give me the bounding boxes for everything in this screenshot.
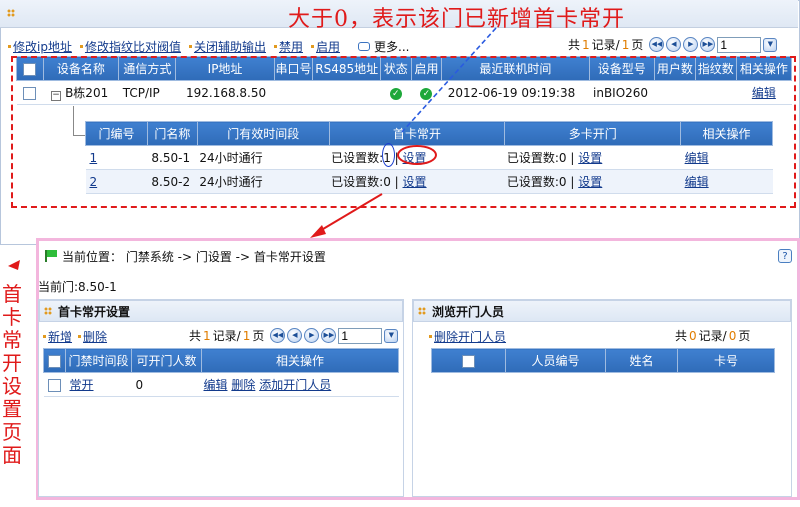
blue-dashed-arrow <box>401 27 497 133</box>
red-arrow-shaft <box>317 193 383 233</box>
persons-table: 人员编号 姓名 卡号 <box>431 348 775 373</box>
page-input[interactable] <box>338 327 383 344</box>
delete-link[interactable]: 删除 <box>83 328 107 345</box>
add-person-link[interactable]: 添加开门人员 <box>259 378 331 392</box>
delete-person-link[interactable]: 删除开门人员 <box>434 328 506 345</box>
browse-persons-panel-header: 浏览开门人员 <box>413 300 791 322</box>
grip-icon <box>418 307 426 315</box>
bullet-icon <box>78 335 82 338</box>
breadcrumb: 当前位置： 门禁系统 -> 门设置 -> 首卡常开设置 ? <box>44 247 792 265</box>
delete-row-link[interactable]: 删除 <box>231 378 255 392</box>
add-link[interactable]: 新增 <box>48 328 72 345</box>
prev-page-icon[interactable]: ◀ <box>287 328 303 343</box>
first-page-icon[interactable]: ◀◀ <box>270 328 286 343</box>
next-page-icon[interactable]: ▶ <box>304 328 320 343</box>
edit-link[interactable]: 编辑 <box>204 378 228 392</box>
bullet-icon <box>429 335 432 338</box>
flag-icon <box>44 250 58 262</box>
row-checkbox[interactable] <box>48 378 61 392</box>
select-all-checkbox[interactable] <box>462 354 475 368</box>
red-side-arrow <box>8 260 20 270</box>
last-page-icon[interactable]: ▶▶ <box>321 328 337 343</box>
go-page-icon[interactable]: ▼ <box>384 328 399 343</box>
period-link[interactable]: 常开 <box>70 378 94 392</box>
grip-icon <box>44 307 52 315</box>
first-card-panel: 首卡常开设置 新增 删除 共1记录/1页 ◀◀ ◀ ▶ ▶▶ ▼ 门禁时间段 可… <box>38 299 404 497</box>
red-arrow-head <box>310 225 326 238</box>
table-row: 常开 0 编辑 删除 添加开门人员 <box>43 372 399 397</box>
annotation-side-text: 首卡常开设置页面 <box>2 282 22 467</box>
select-all-checkbox[interactable] <box>48 354 61 368</box>
current-door-label: 当前门:8.50-1 <box>38 280 117 294</box>
left-pager: 共1记录/1页 ◀◀ ◀ ▶ ▶▶ ▼ <box>189 327 399 344</box>
bullet-icon <box>43 335 46 338</box>
browse-persons-panel: 浏览开门人员 删除开门人员 共 0 记录/0 页 人员编号 姓名 卡号 <box>412 299 792 497</box>
first-card-table: 门禁时间段 可开门人数 相关操作 常开 0 编辑 删除 添加开门人员 <box>43 348 399 397</box>
first-card-panel-header: 首卡常开设置 <box>39 300 403 322</box>
right-pager: 共 0 记录/0 页 <box>675 328 751 344</box>
help-icon[interactable]: ? <box>778 249 792 263</box>
